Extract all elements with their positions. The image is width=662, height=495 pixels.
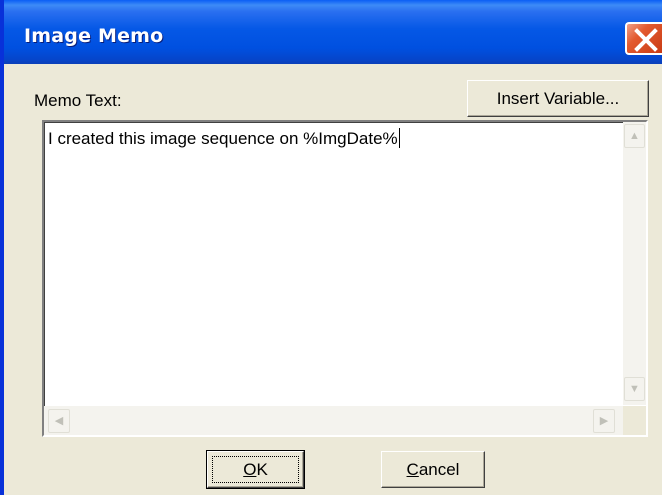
- scroll-down-button[interactable]: ▼: [624, 377, 645, 401]
- cancel-button[interactable]: Cancel: [381, 451, 485, 488]
- title-bar[interactable]: Image Memo: [4, 0, 662, 64]
- chevron-right-icon: ▶: [599, 415, 609, 427]
- text-caret: [398, 128, 400, 148]
- memo-text-content: I created this image sequence on %ImgDat…: [48, 129, 398, 148]
- vertical-scrollbar[interactable]: ▲ ▼: [623, 122, 646, 405]
- horizontal-scrollbar[interactable]: ◀ ▶: [44, 406, 623, 435]
- scroll-right-button[interactable]: ▶: [593, 409, 615, 433]
- focus-rectangle: [212, 456, 299, 483]
- memo-text-value: I created this image sequence on %ImgDat…: [48, 128, 400, 149]
- ok-button[interactable]: OK: [206, 450, 305, 489]
- image-memo-dialog: Image Memo Memo Text: Insert Variable...…: [0, 0, 662, 495]
- memo-textarea[interactable]: I created this image sequence on %ImgDat…: [42, 120, 648, 437]
- close-button[interactable]: [625, 22, 662, 55]
- chevron-down-icon: ▼: [629, 383, 640, 395]
- chevron-up-icon: ▲: [629, 130, 640, 142]
- memo-text-label: Memo Text:: [34, 91, 122, 110]
- scrollbar-corner: [623, 406, 646, 435]
- scroll-left-button[interactable]: ◀: [48, 409, 70, 433]
- scroll-up-button[interactable]: ▲: [624, 124, 645, 148]
- cancel-label-rest: ancel: [418, 460, 460, 479]
- chevron-left-icon: ◀: [54, 415, 64, 427]
- insert-variable-button[interactable]: Insert Variable...: [467, 80, 649, 117]
- window-title: Image Memo: [24, 25, 164, 47]
- cancel-accelerator: C: [406, 460, 419, 479]
